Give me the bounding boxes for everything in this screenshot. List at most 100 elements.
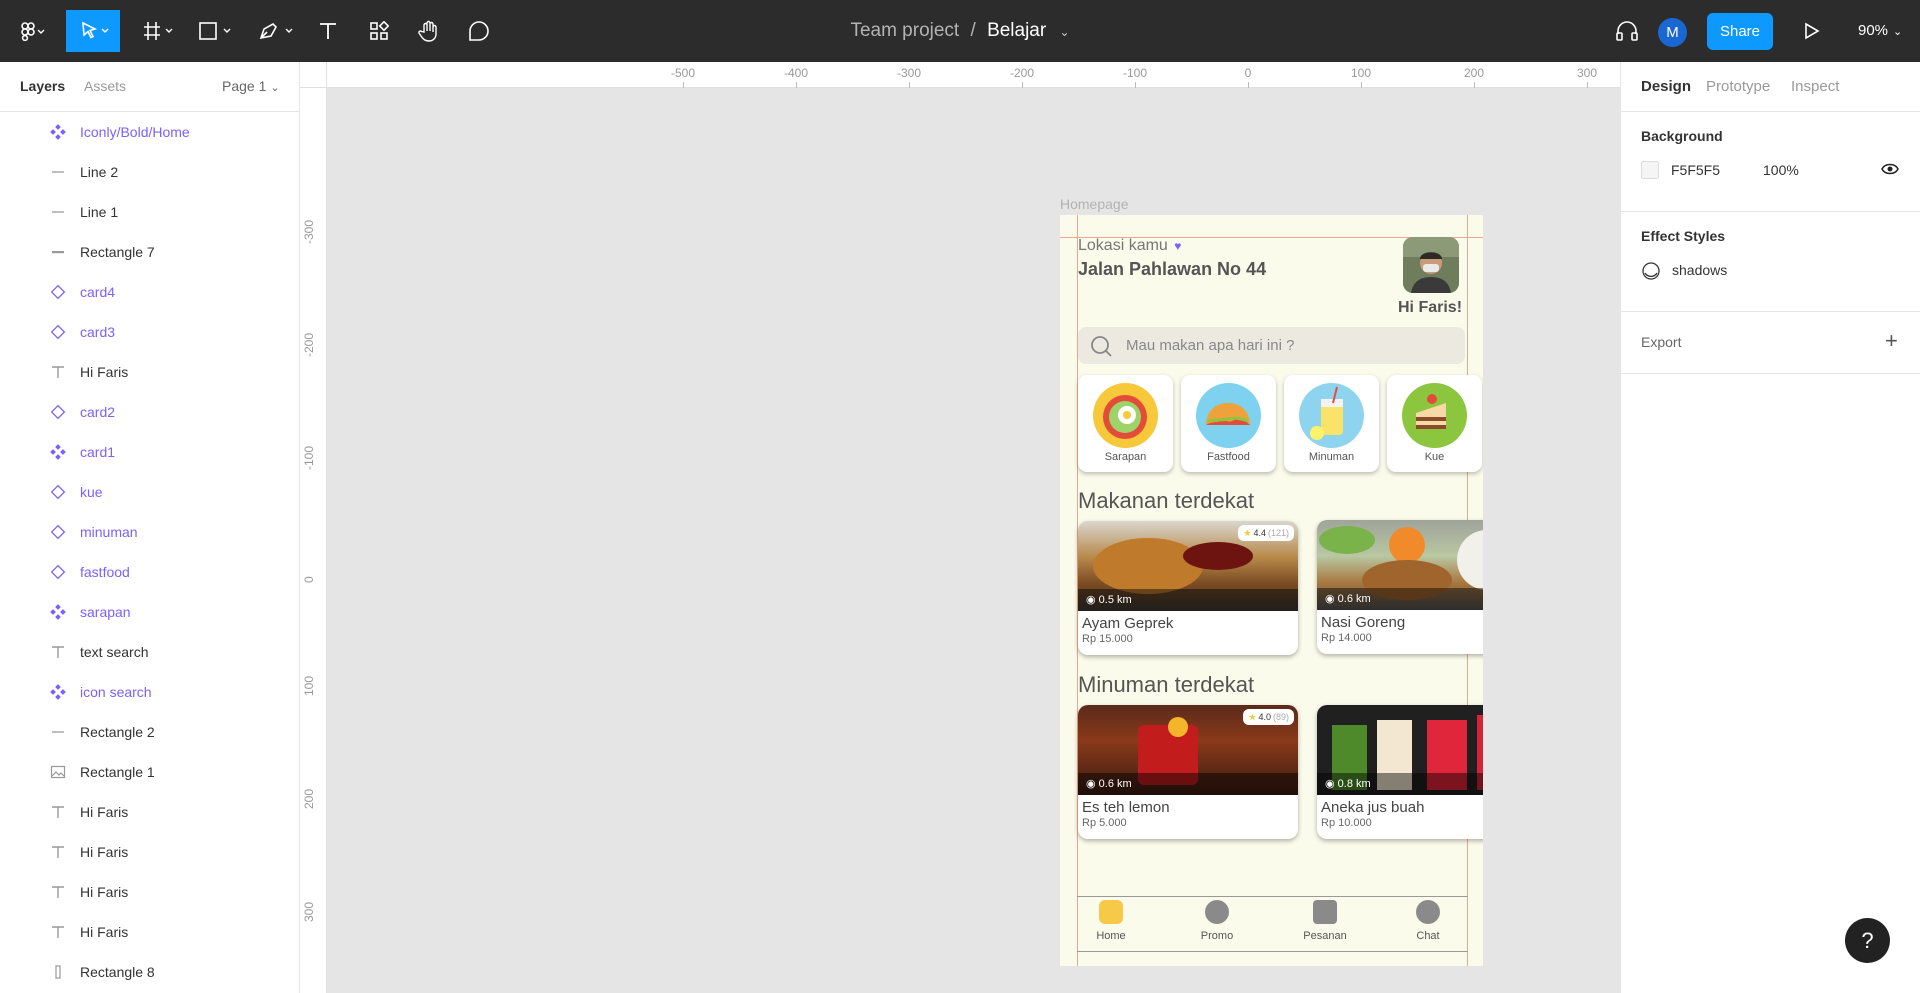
page-selector[interactable]: Page 1 ⌄	[222, 78, 280, 94]
food-price: Rp 14.000	[1321, 632, 1372, 644]
layer-row[interactable]: minuman	[0, 512, 300, 552]
drink-card-es-teh-lemon[interactable]: ★ 4.0 (89) ◉ 0.6 km Es teh lemon Rp 5.000	[1078, 705, 1298, 839]
drink-name: Es teh lemon	[1082, 799, 1170, 816]
pen-tool-icon[interactable]	[256, 13, 300, 49]
instance-icon	[50, 324, 66, 340]
layer-name: card3	[80, 324, 116, 340]
ruler-tick-label: -500	[670, 66, 696, 80]
layer-row[interactable]: fastfood	[0, 552, 300, 592]
shape-tool-icon[interactable]	[196, 13, 238, 49]
distance-value: 0.8 km	[1337, 778, 1371, 790]
search-icon	[1089, 334, 1113, 363]
project-name[interactable]: Team project	[850, 20, 959, 41]
audio-icon[interactable]	[1612, 13, 1642, 49]
help-button[interactable]: ?	[1845, 918, 1890, 963]
layer-row[interactable]: icon search	[0, 672, 300, 712]
layer-name: fastfood	[80, 564, 130, 580]
nav-home[interactable]: Home	[1081, 900, 1141, 942]
homepage-frame[interactable]: Lokasi kamu ♥ Jalan Pahlawan No 44 Hi Fa…	[1060, 215, 1483, 966]
food-card-nasi-goreng[interactable]: ◉ 0.6 km Nasi Goreng Rp 14.000	[1317, 520, 1483, 654]
comment-tool-icon[interactable]	[464, 13, 494, 49]
ruler-tick-label: 300	[1576, 66, 1598, 80]
frame-tool-icon[interactable]	[140, 13, 180, 49]
ruler-tick-mark	[796, 82, 797, 88]
layer-row[interactable]: text search	[0, 632, 300, 672]
layer-name: Line 1	[80, 204, 119, 220]
layer-row[interactable]: Hi Faris	[0, 352, 300, 392]
background-opacity[interactable]: 100%	[1763, 162, 1799, 178]
distance-value: 0.5 km	[1098, 594, 1132, 606]
nav-chat[interactable]: Chat	[1398, 900, 1458, 942]
chevron-down-icon[interactable]: ⌄	[1060, 25, 1070, 39]
background-hex[interactable]: F5F5F5	[1671, 162, 1720, 178]
food-card-ayam-geprek[interactable]: ★ 4.4 (121) ◉ 0.5 km Ayam Geprek Rp 15.000	[1078, 521, 1298, 655]
color-swatch[interactable]	[1641, 161, 1659, 179]
share-button[interactable]: Share	[1707, 13, 1773, 50]
layer-row[interactable]: card4	[0, 272, 300, 312]
instance-icon	[50, 404, 66, 420]
layer-name: card1	[80, 444, 116, 460]
layer-row[interactable]: Hi Faris	[0, 792, 300, 832]
layer-row[interactable]: sarapan	[0, 592, 300, 632]
tab-inspect[interactable]: Inspect	[1791, 78, 1839, 95]
layer-row[interactable]: Line 2	[0, 152, 300, 192]
eye-icon[interactable]	[1881, 162, 1899, 181]
layer-row[interactable]: card3	[0, 312, 300, 352]
user-avatar[interactable]: M	[1658, 18, 1687, 47]
chevron-down-icon: ⌄	[270, 82, 280, 94]
tab-prototype[interactable]: Prototype	[1706, 78, 1770, 95]
hand-tool-icon[interactable]	[414, 13, 444, 49]
layer-row[interactable]: Hi Faris	[0, 872, 300, 912]
move-tool-icon[interactable]	[66, 10, 120, 52]
nav-divider-top	[1077, 896, 1468, 897]
instance-icon	[50, 564, 66, 580]
present-icon[interactable]	[1800, 13, 1824, 49]
layer-row[interactable]: Rectangle 1	[0, 752, 300, 792]
text-icon	[50, 364, 66, 380]
instance-icon	[50, 284, 66, 300]
minuman-icon	[1299, 383, 1364, 448]
tab-layers[interactable]: Layers	[20, 78, 65, 94]
home-icon	[1099, 900, 1123, 924]
design-canvas[interactable]: -500-400-300-200-1000100200300400500 -30…	[300, 62, 1620, 993]
layer-row[interactable]: Line 1	[0, 192, 300, 232]
category-card-minuman[interactable]: Minuman	[1284, 375, 1379, 472]
text-tool-icon[interactable]	[314, 13, 342, 49]
category-card-kue[interactable]: Kue	[1387, 375, 1482, 472]
drink-card-aneka-jus-buah[interactable]: ◉ 0.8 km Aneka jus buah Rp 10.000	[1317, 705, 1483, 839]
location-pin-icon: ◉	[1086, 594, 1099, 606]
component-icon	[50, 684, 66, 700]
rating-badge: ★ 4.4 (121)	[1238, 525, 1294, 541]
search-bar[interactable]: Mau makan apa hari ini ?	[1078, 327, 1465, 364]
location-pin-icon: ◉	[1086, 778, 1099, 790]
layer-row[interactable]: Hi Faris	[0, 912, 300, 952]
nav-pesanan[interactable]: Pesanan	[1295, 900, 1355, 942]
tab-assets[interactable]: Assets	[84, 78, 126, 94]
category-card-fastfood[interactable]: Fastfood	[1181, 375, 1276, 472]
category-label: Fastfood	[1207, 451, 1250, 463]
rating-badge: ★ 4.0 (89)	[1243, 709, 1294, 725]
frame-label[interactable]: Homepage	[1060, 196, 1129, 212]
layer-row[interactable]: Iconly/Bold/Home	[0, 112, 300, 152]
zoom-level[interactable]: 90% ⌄	[1858, 22, 1902, 39]
layer-row[interactable]: Rectangle 7	[0, 232, 300, 272]
resources-icon[interactable]	[364, 13, 394, 49]
layer-row[interactable]: Hi Faris	[0, 832, 300, 872]
nav-label: Home	[1096, 930, 1126, 942]
add-export-icon[interactable]: +	[1885, 328, 1898, 354]
layer-row[interactable]: card1	[0, 432, 300, 472]
nav-label: Pesanan	[1303, 930, 1347, 942]
figma-menu-icon[interactable]	[12, 13, 52, 49]
layer-row[interactable]: kue	[0, 472, 300, 512]
profile-photo[interactable]	[1403, 237, 1459, 293]
nav-promo[interactable]: Promo	[1187, 900, 1247, 942]
layer-name: Rectangle 2	[80, 724, 155, 740]
category-card-sarapan[interactable]: Sarapan	[1078, 375, 1173, 472]
tab-design[interactable]: Design	[1641, 78, 1691, 95]
layer-row[interactable]: card2	[0, 392, 300, 432]
layer-row[interactable]: Rectangle 8	[0, 952, 300, 992]
layer-name: Hi Faris	[80, 804, 129, 820]
layer-row[interactable]: Rectangle 2	[0, 712, 300, 752]
file-name[interactable]: Belajar	[987, 20, 1046, 41]
effect-style-name[interactable]: shadows	[1672, 262, 1727, 278]
